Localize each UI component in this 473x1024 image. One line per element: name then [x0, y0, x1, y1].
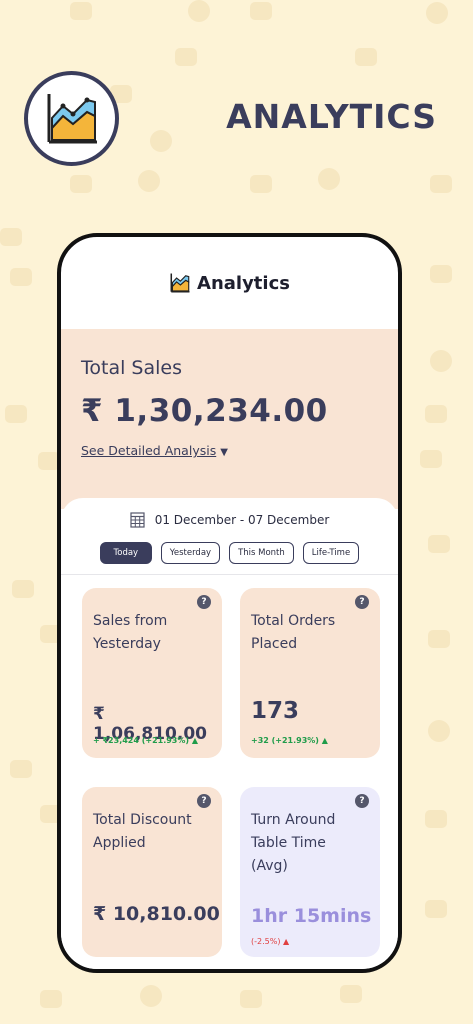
card-title-line: (Avg) — [251, 858, 288, 874]
question-icon[interactable]: ? — [197, 595, 211, 609]
caret-down-icon: ▼ — [220, 447, 228, 458]
card-title-line: Placed — [251, 636, 298, 652]
card-title-line: Applied — [93, 835, 146, 851]
line-chart-icon — [47, 93, 97, 143]
total-discount-card: ? Total Discount Applied ₹ 10,810.00 — [82, 787, 222, 957]
detail-link-label: See Detailed Analysis — [81, 443, 217, 458]
card-title-line: Yesterday — [93, 636, 161, 652]
phone-frame: Analytics Total Sales ₹ 1,30,234.00 See … — [57, 233, 402, 973]
question-icon[interactable]: ? — [355, 794, 369, 808]
tab-yesterday[interactable]: Yesterday — [160, 542, 221, 564]
card-delta: + ₹23,424 (+21.93%) ▲ — [93, 736, 198, 745]
tab-today[interactable]: Today — [99, 542, 152, 564]
question-icon[interactable]: ? — [355, 595, 369, 609]
card-value: 173 — [251, 698, 300, 724]
promo-title: ANALYTICS — [226, 97, 437, 136]
total-orders-card: ? Total Orders Placed 173 +32 (+21.93%) … — [240, 588, 380, 758]
card-value: ₹ 10,810.00 — [93, 903, 220, 925]
card-value: 1hr 15mins — [251, 905, 372, 927]
sales-from-yesterday-card: ? Sales from Yesterday ₹ 1,06,810.00 + ₹… — [82, 588, 222, 758]
total-sales-label: Total Sales — [81, 357, 182, 379]
card-title-line: Total Discount — [93, 812, 192, 828]
tab-life-time[interactable]: Life-Time — [302, 542, 360, 564]
app-title: Analytics — [197, 272, 290, 294]
total-sales-value: ₹ 1,30,234.00 — [81, 393, 328, 429]
turn-around-time-card: ? Turn Around Table Time (Avg) 1hr 15min… — [240, 787, 380, 957]
question-icon[interactable]: ? — [197, 794, 211, 808]
card-delta: +32 (+21.93%) ▲ — [251, 736, 328, 745]
card-title-line: Sales from — [93, 613, 168, 629]
tab-this-month[interactable]: This Month — [229, 542, 294, 564]
date-range-text: 01 December - 07 December — [154, 513, 330, 527]
card-delta: (-2.5%) ▲ — [251, 937, 290, 946]
promo-logo — [24, 71, 119, 166]
card-title-line: Table Time — [251, 835, 326, 851]
app-logo-icon — [170, 273, 190, 293]
date-range-row[interactable]: 01 December - 07 December — [61, 512, 398, 528]
divider — [61, 574, 398, 575]
card-title-line: Turn Around — [251, 812, 336, 828]
analytics-content: 01 December - 07 December Today Yesterda… — [61, 498, 398, 969]
see-detailed-analysis-link[interactable]: See Detailed Analysis ▼ — [81, 443, 228, 458]
app-header: Analytics — [61, 237, 398, 329]
period-tabs: Today Yesterday This Month Life-Time — [61, 542, 398, 564]
calendar-icon — [130, 512, 145, 528]
total-sales-panel: Total Sales ₹ 1,30,234.00 See Detailed A… — [61, 329, 398, 509]
card-title-line: Total Orders — [251, 613, 336, 629]
